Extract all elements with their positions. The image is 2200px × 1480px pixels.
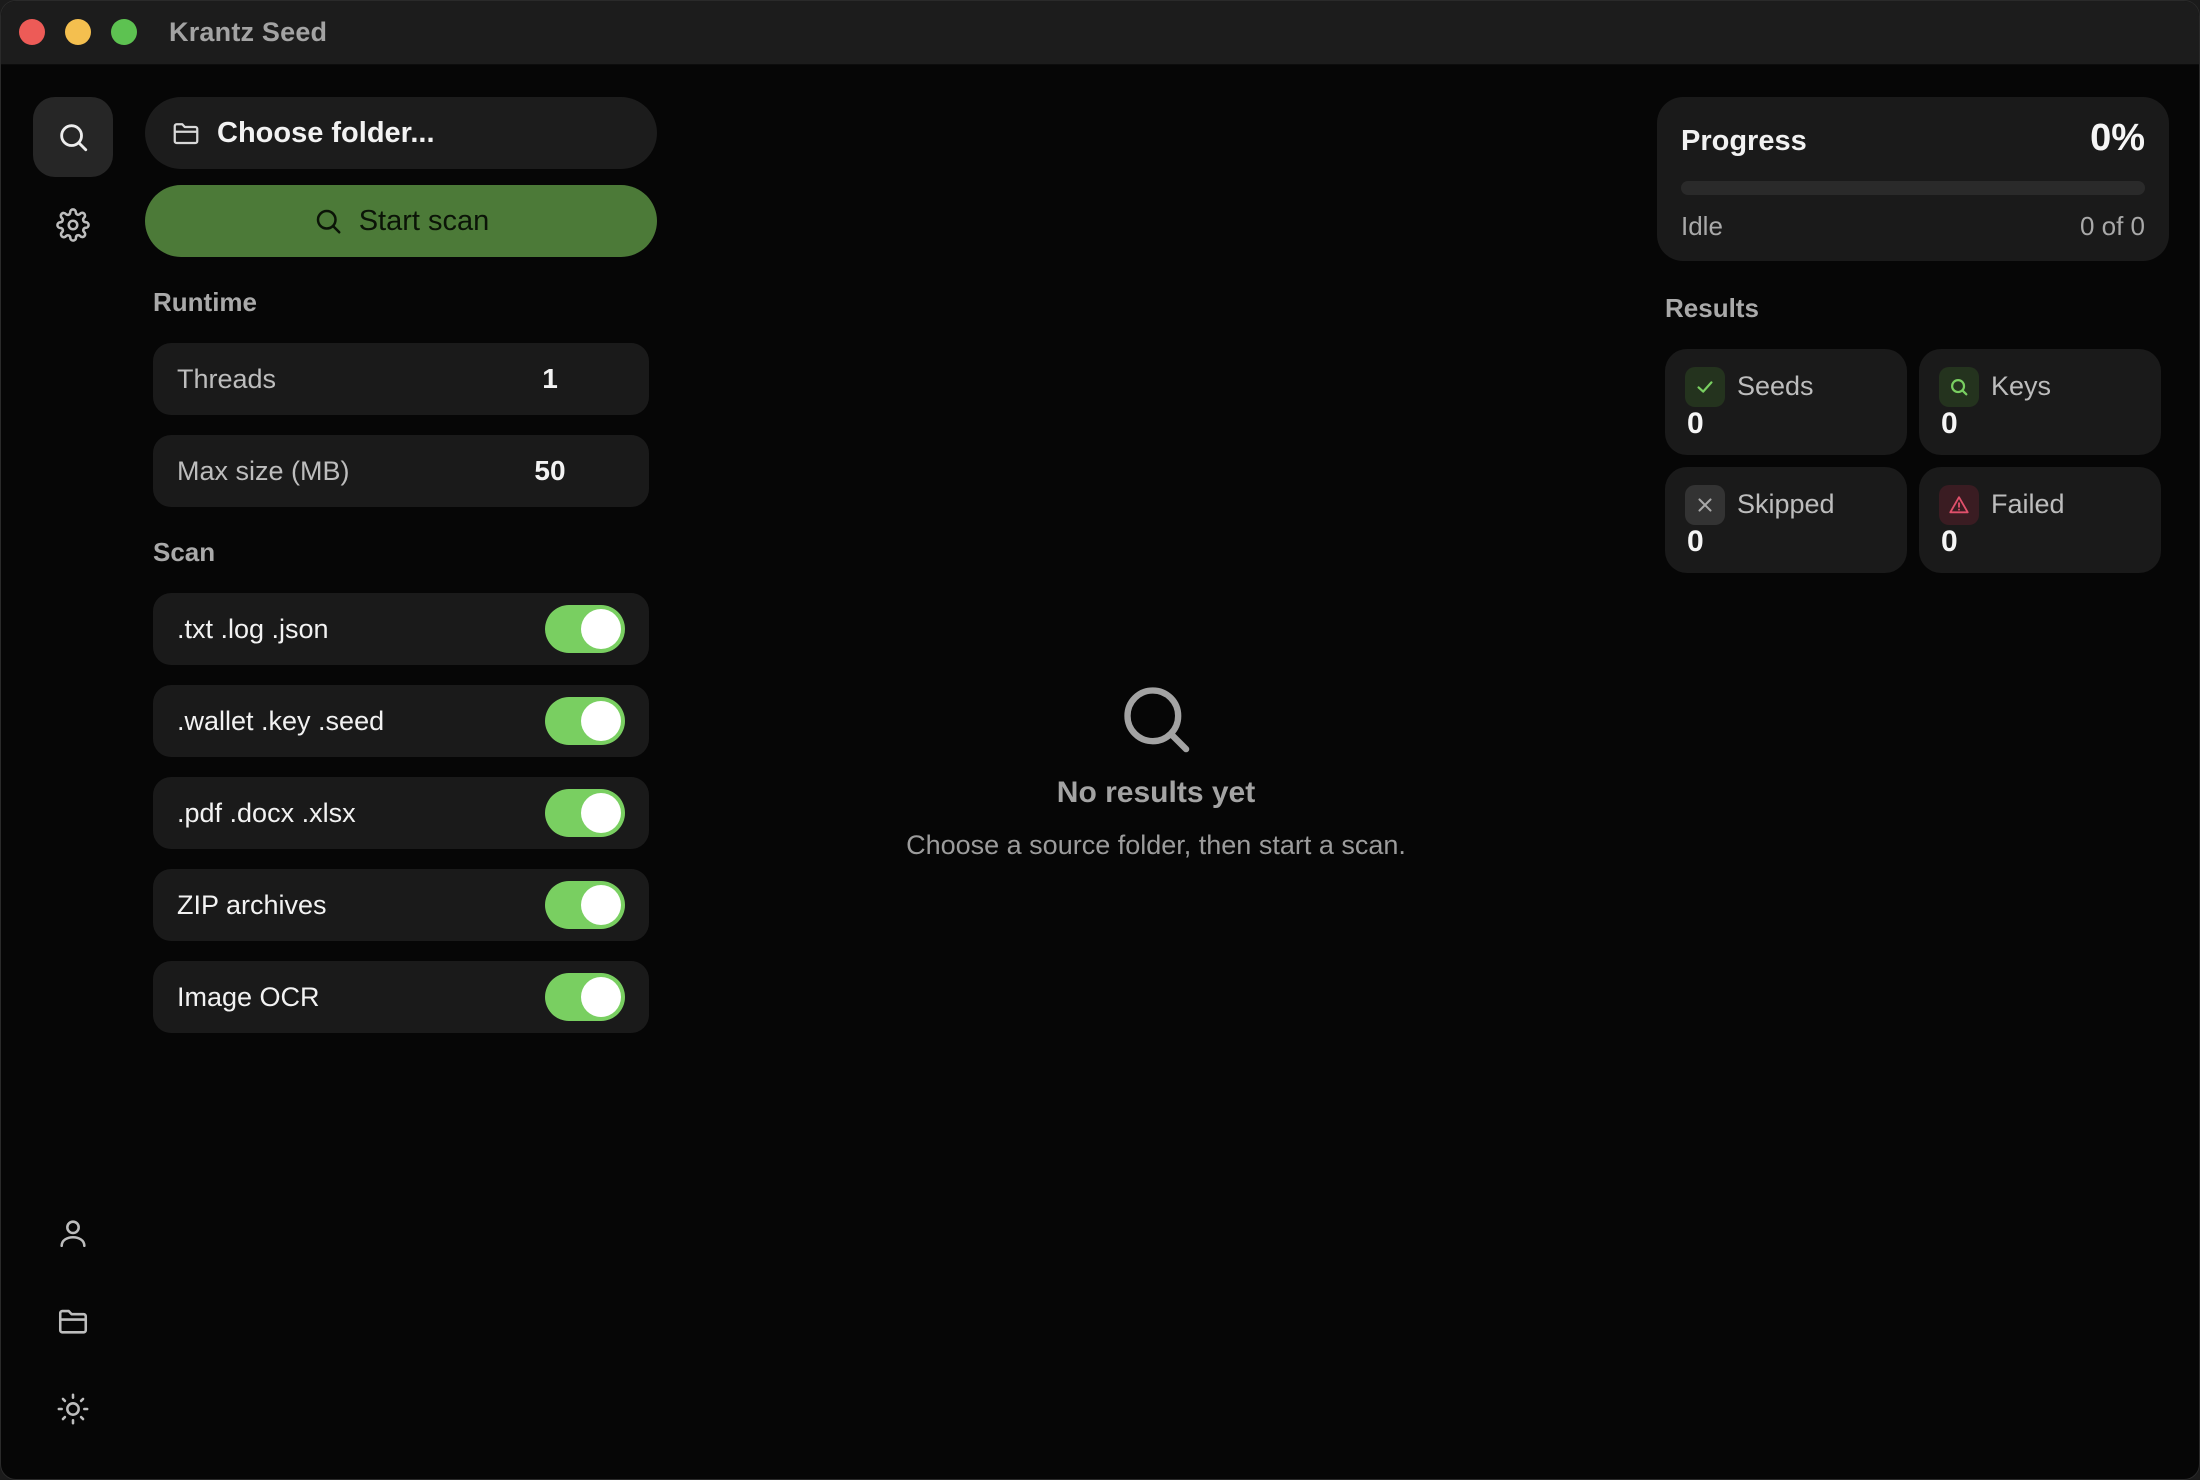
empty-state-subtitle: Choose a source folder, then start a sca… — [906, 830, 1406, 860]
scan-section-label: Scan — [153, 537, 216, 567]
theme-toggle-button[interactable] — [33, 1369, 113, 1449]
threads-label: Threads — [177, 363, 277, 394]
progress-count: 0 of 0 — [2079, 211, 2145, 241]
max-size-input[interactable]: 50 — [515, 455, 585, 487]
title-bar: Krantz Seed — [1, 1, 2199, 65]
toggle-knob — [581, 885, 621, 925]
max-size-setting: Max size (MB) 50 — [153, 435, 649, 507]
warning-icon — [1939, 485, 1979, 525]
search-icon — [1124, 687, 1190, 753]
toggle-row-zip-archives: ZIP archives — [153, 869, 649, 941]
x-icon — [1685, 485, 1725, 525]
keys-stat-card: Keys 0 — [1919, 349, 2161, 455]
text-files-toggle[interactable] — [545, 605, 625, 653]
nav-files-button[interactable] — [33, 1281, 113, 1361]
seeds-stat-card: Seeds 0 — [1665, 349, 1907, 455]
progress-title: Progress — [1681, 125, 1807, 157]
toggle-label: Image OCR — [177, 981, 320, 1012]
toggle-row-image-ocr: Image OCR — [153, 961, 649, 1033]
maximize-window-button[interactable] — [111, 19, 137, 45]
skipped-stat-card: Skipped 0 — [1665, 467, 1907, 573]
stat-value: 0 — [1687, 407, 1704, 440]
stat-value: 0 — [1941, 525, 1958, 558]
toggle-knob — [581, 977, 621, 1017]
nav-settings-button[interactable] — [33, 185, 113, 265]
folder-icon — [58, 1309, 88, 1334]
wallet-files-toggle[interactable] — [545, 697, 625, 745]
app-window: Krantz Seed Choose folder... Start scan … — [0, 0, 2200, 1480]
toggle-knob — [581, 701, 621, 741]
empty-state: No results yet Choose a source folder, t… — [781, 681, 1531, 861]
stat-label: Seeds — [1737, 371, 1814, 401]
results-section-label: Results — [1665, 293, 1759, 323]
image-ocr-toggle[interactable] — [545, 973, 625, 1021]
search-icon — [60, 124, 88, 152]
minimize-window-button[interactable] — [65, 19, 91, 45]
stat-label: Keys — [1991, 371, 2052, 401]
gear-icon — [56, 208, 90, 242]
search-icon — [316, 209, 341, 234]
search-icon — [1939, 367, 1979, 407]
max-size-label: Max size (MB) — [177, 455, 350, 486]
threads-setting: Threads 1 — [153, 343, 649, 415]
progress-bar — [1681, 181, 2145, 195]
start-scan-button[interactable]: Start scan — [145, 185, 657, 257]
zip-archives-toggle[interactable] — [545, 881, 625, 929]
toggle-label: .pdf .docx .xlsx — [177, 797, 356, 828]
choose-folder-button[interactable]: Choose folder... — [145, 97, 657, 169]
choose-folder-label: Choose folder... — [217, 116, 435, 149]
toggle-knob — [581, 609, 621, 649]
toggle-knob — [581, 793, 621, 833]
threads-input[interactable]: 1 — [515, 363, 585, 395]
close-window-button[interactable] — [19, 19, 45, 45]
progress-card: Progress 0% Idle 0 of 0 — [1657, 97, 2169, 261]
failed-stat-card: Failed 0 — [1919, 467, 2161, 573]
nav-account-button[interactable] — [33, 1193, 113, 1273]
toggle-label: .wallet .key .seed — [177, 705, 385, 736]
toggle-row-office-files: .pdf .docx .xlsx — [153, 777, 649, 849]
toggle-row-wallet-files: .wallet .key .seed — [153, 685, 649, 757]
toggle-label: .txt .log .json — [177, 613, 329, 644]
toggle-label: ZIP archives — [177, 889, 327, 920]
folder-icon — [173, 123, 199, 145]
sun-icon — [57, 1393, 89, 1425]
stat-label: Failed — [1991, 489, 2065, 519]
window-title: Krantz Seed — [169, 17, 328, 47]
check-icon — [1685, 367, 1725, 407]
user-icon — [60, 1220, 86, 1248]
office-files-toggle[interactable] — [545, 789, 625, 837]
runtime-section-label: Runtime — [153, 287, 257, 317]
progress-status: Idle — [1681, 211, 1723, 241]
start-scan-label: Start scan — [358, 204, 490, 237]
empty-state-title: No results yet — [1056, 776, 1256, 809]
toggle-row-text-files: .txt .log .json — [153, 593, 649, 665]
stat-value: 0 — [1941, 407, 1958, 440]
stat-label: Skipped — [1737, 489, 1835, 519]
progress-percent: 0% — [2090, 117, 2145, 159]
nav-scan-button[interactable] — [33, 97, 113, 177]
stat-value: 0 — [1687, 525, 1704, 558]
